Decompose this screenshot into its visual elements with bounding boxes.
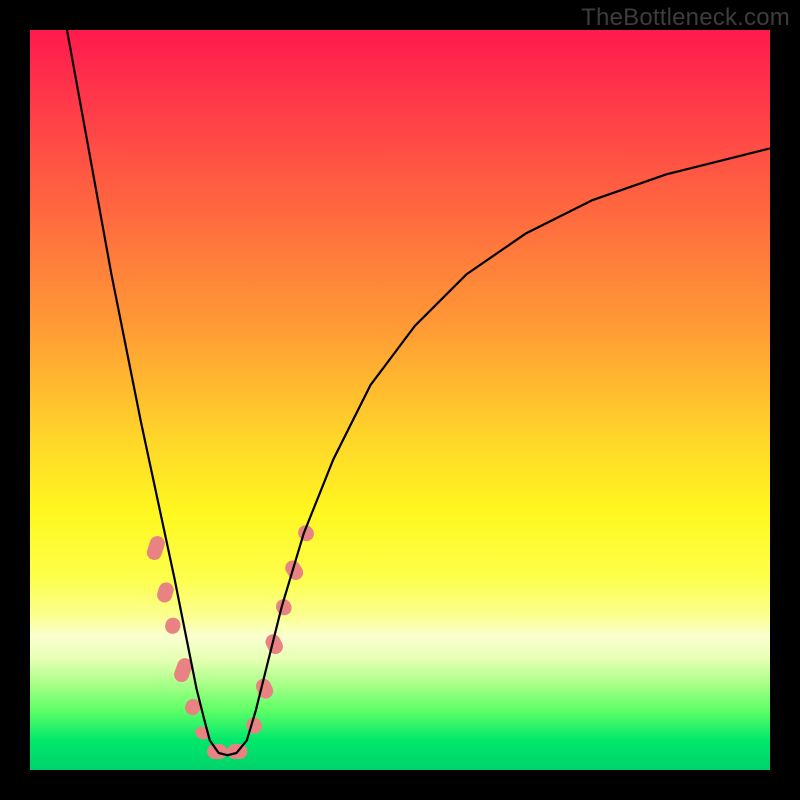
data-marker: [163, 616, 182, 636]
watermark-text: TheBottleneck.com: [581, 4, 790, 32]
chart-frame: TheBottleneck.com: [0, 0, 800, 800]
data-marker: [145, 534, 167, 562]
plot-area: [30, 30, 770, 770]
bottleneck-curve: [67, 30, 770, 755]
data-marker: [253, 676, 275, 701]
data-marker: [155, 580, 176, 604]
data-marker: [282, 558, 306, 583]
bottleneck-curve-svg: [30, 30, 770, 770]
